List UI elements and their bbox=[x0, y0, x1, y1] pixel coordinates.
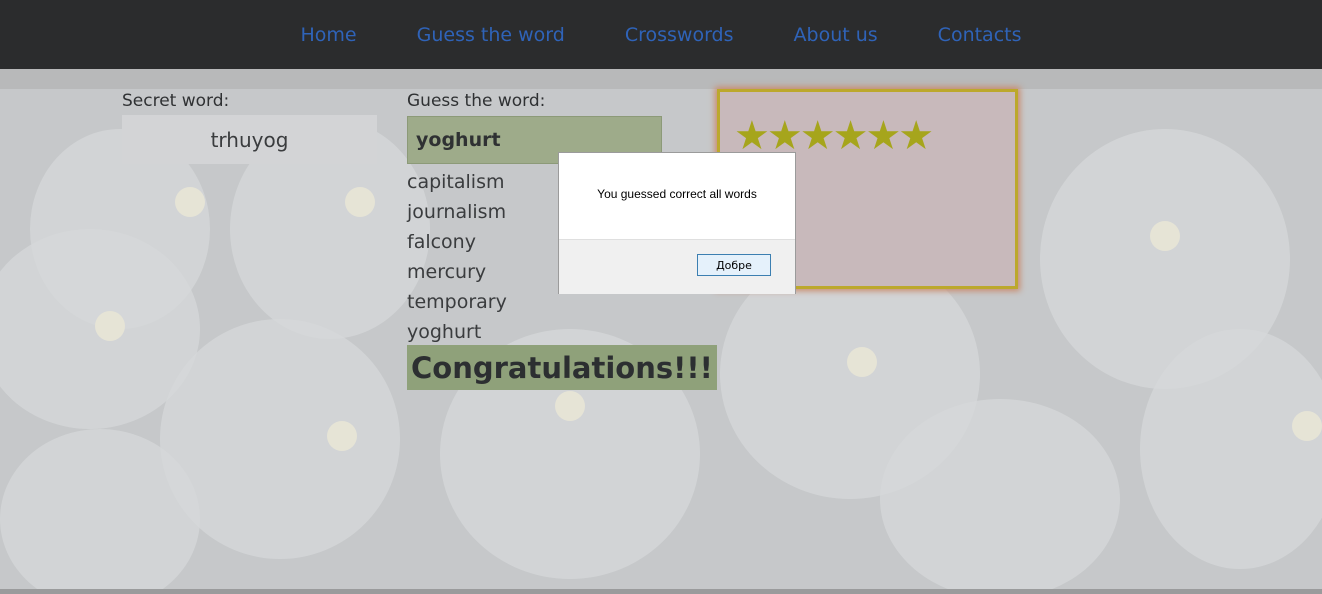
modal-overlay bbox=[0, 0, 1322, 594]
ok-button[interactable]: Добре bbox=[697, 254, 771, 276]
dialog-message: You guessed correct all words bbox=[597, 187, 757, 201]
alert-dialog: You guessed correct all words Добре bbox=[558, 152, 796, 294]
dialog-footer: Добре bbox=[559, 239, 795, 294]
